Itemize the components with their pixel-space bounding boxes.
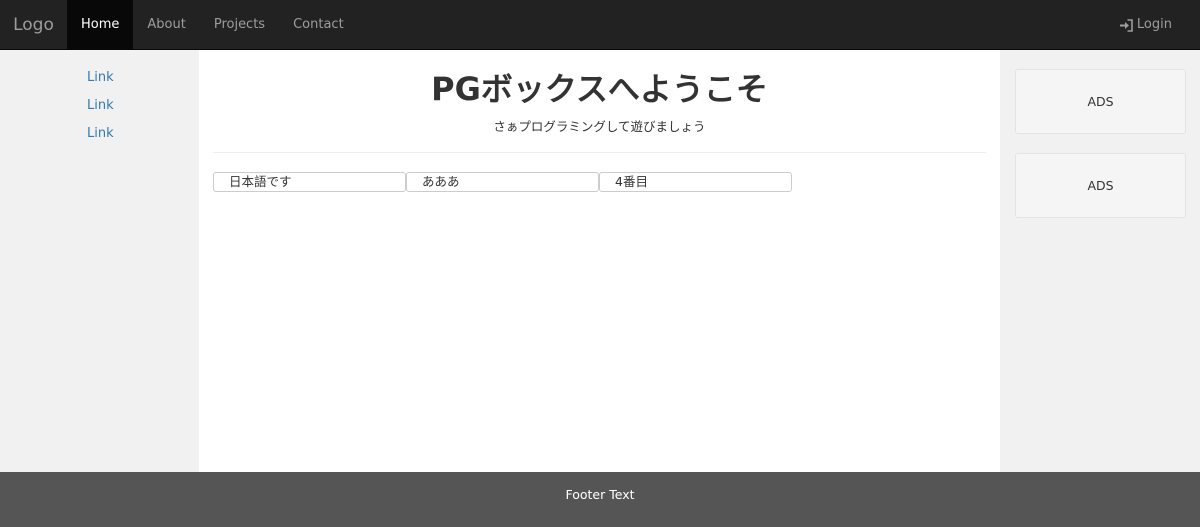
main-content: PGボックスへようこそ さぁプログラミングして遊びましょう 日本語です あああ … bbox=[199, 50, 1000, 472]
login-label: Login bbox=[1136, 17, 1172, 32]
brand-logo[interactable]: Logo bbox=[0, 0, 67, 50]
nav-item-projects[interactable]: Projects bbox=[200, 0, 279, 50]
nav-item-home[interactable]: Home bbox=[67, 0, 134, 50]
sidebar-link-1[interactable]: Link bbox=[87, 70, 114, 85]
ad-box-2[interactable]: ADS bbox=[1015, 153, 1186, 218]
sidebar-link-3[interactable]: Link bbox=[87, 126, 114, 141]
nav-item-about[interactable]: About bbox=[133, 0, 199, 50]
nav-item-contact[interactable]: Contact bbox=[279, 0, 358, 50]
login-link[interactable]: Login bbox=[1119, 0, 1172, 50]
nav-menu: Home About Projects Contact bbox=[67, 0, 358, 50]
top-navbar: Logo Home About Projects Contact Login bbox=[0, 0, 1200, 50]
text-box-3: 4番目 bbox=[599, 172, 792, 192]
page-subtitle: さぁプログラミングして遊びましょう bbox=[493, 119, 706, 134]
footer-text: Footer Text bbox=[565, 487, 635, 502]
left-sidebar: Link Link Link bbox=[0, 50, 199, 472]
log-in-icon bbox=[1119, 18, 1134, 32]
text-box-2: あああ bbox=[406, 172, 599, 192]
sidebar-link-2[interactable]: Link bbox=[87, 98, 114, 113]
divider bbox=[213, 152, 986, 153]
page-title: PGボックスへようこそ bbox=[431, 70, 768, 108]
text-box-1: 日本語です bbox=[213, 172, 406, 192]
page-footer: Footer Text bbox=[0, 472, 1200, 527]
ad-box-1[interactable]: ADS bbox=[1015, 69, 1186, 134]
